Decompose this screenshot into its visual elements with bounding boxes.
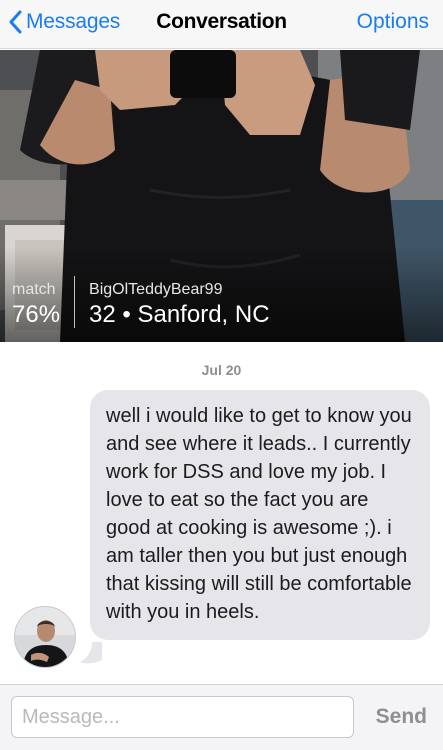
avatar[interactable]: [14, 606, 76, 668]
bubble-tail: [80, 642, 102, 664]
date-separator: Jul 20: [201, 362, 242, 378]
username: BigOlTeddyBear99: [89, 281, 223, 298]
profile-summary: match 76% BigOlTeddyBear99 32 • Sanford,…: [12, 276, 270, 330]
options-button[interactable]: Options: [357, 0, 429, 44]
compose-bar: Send: [0, 684, 443, 750]
send-button[interactable]: Send: [376, 696, 427, 738]
match-label: match: [12, 281, 56, 298]
user-block: BigOlTeddyBear99 32 • Sanford, NC: [75, 280, 270, 330]
message-bubble: well i would like to get to know you and…: [90, 390, 430, 640]
user-details: 32 • Sanford, NC: [89, 301, 270, 328]
avatar-photo: [15, 607, 75, 667]
message-input[interactable]: [11, 696, 354, 738]
match-block: match 76%: [12, 280, 74, 330]
profile-header[interactable]: match 76% BigOlTeddyBear99 32 • Sanford,…: [0, 50, 443, 342]
nav-bar: Messages Conversation Options: [0, 0, 443, 49]
message-text: well i would like to get to know you and…: [106, 405, 412, 623]
match-percent: 76%: [12, 301, 61, 328]
